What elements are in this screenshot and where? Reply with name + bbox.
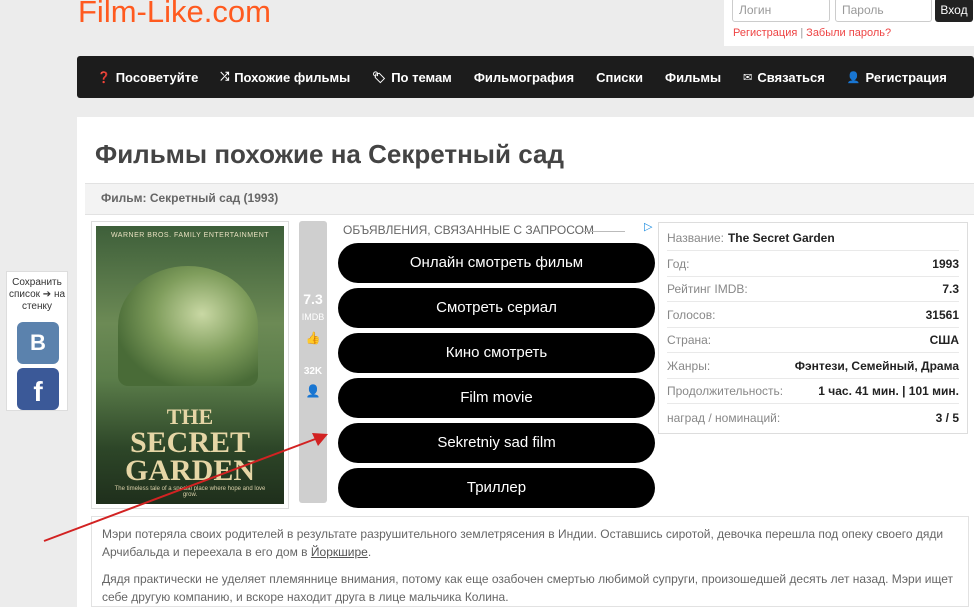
info-row: Жанры: Фэнтези, Семейный, Драма xyxy=(667,354,959,379)
nav-item-contact[interactable]: ✉ Связаться xyxy=(743,70,825,85)
info-label: Голосов: xyxy=(667,308,716,322)
info-label: Рейтинг IMDB: xyxy=(667,282,748,296)
info-value: The Secret Garden xyxy=(727,231,835,245)
ads-divider xyxy=(583,231,625,232)
shuffle-icon: ⤮ xyxy=(220,70,230,83)
nav-label: Фильмы xyxy=(665,69,722,85)
nav-item-similar[interactable]: ⤮ Похожие фильмы xyxy=(220,70,350,85)
info-label: Год: xyxy=(667,257,690,271)
ad-button[interactable]: Триллер xyxy=(338,468,655,508)
info-row: наград / номинаций: 3 / 5 xyxy=(667,405,959,430)
info-label: Название: xyxy=(667,231,724,245)
nav-label: По темам xyxy=(391,69,452,85)
movie-poster: WARNER BROS. FAMILY ENTERTAINMENT THE SE… xyxy=(96,226,284,504)
film-info-table: Название: The Secret Garden Год: 1993 Рейт… xyxy=(658,222,968,434)
user-icon: 👤 xyxy=(846,71,861,84)
nav-label: Посоветуйте xyxy=(115,69,199,85)
info-value: 7.3 xyxy=(942,282,959,296)
nav-label: Списки xyxy=(596,69,644,85)
nav-label: Похожие фильмы xyxy=(234,69,351,85)
ad-button[interactable]: Film movie xyxy=(338,378,655,418)
description-text: Мэри потеряла своих родителей в результа… xyxy=(102,527,944,559)
poster-tagline: The timeless tale of a special place whe… xyxy=(114,486,266,498)
ad-button[interactable]: Sekretniy sad film xyxy=(338,423,655,463)
rating-column: 7.3 IMDB 👍 32K 👤 xyxy=(299,221,327,503)
nav-label: Фильмография xyxy=(473,69,575,85)
facebook-share-button[interactable]: f xyxy=(17,368,59,410)
user-icon: 👤 xyxy=(305,384,321,398)
description-paragraph: Дядя практически не уделяет племяннице в… xyxy=(102,572,953,604)
page-title: Фильмы похожие на Секретный сад xyxy=(95,139,564,169)
description-text: . xyxy=(367,545,372,559)
ad-button[interactable]: Смотреть сериал xyxy=(338,288,655,328)
info-value: Фэнтези, Семейный, Драма xyxy=(794,359,959,373)
ad-button[interactable]: Кино смотреть xyxy=(338,333,655,373)
register-link[interactable]: Регистрация xyxy=(733,27,797,39)
nav-item-register[interactable]: 👤 Регистрация xyxy=(847,70,947,85)
nav-label: Связаться xyxy=(757,69,825,85)
share-widget: Сохранить список ➔ на стенку В f xyxy=(6,271,68,411)
login-input[interactable] xyxy=(732,0,830,22)
nav-item-lists[interactable]: Списки xyxy=(596,70,643,85)
facebook-icon: f xyxy=(33,376,43,407)
info-row: Год: 1993 xyxy=(667,252,959,277)
password-input[interactable] xyxy=(835,0,932,22)
info-value: 31561 xyxy=(925,308,959,322)
info-value: США xyxy=(929,333,959,347)
nav-item-filmography[interactable]: Фильмография xyxy=(474,70,574,85)
envelope-icon: ✉ xyxy=(743,71,753,84)
film-description: Мэри потеряла своих родителей в результа… xyxy=(91,516,969,607)
votes-count: 32K xyxy=(303,366,323,377)
ad-button[interactable]: Онлайн смотреть фильм xyxy=(338,243,655,283)
login-button[interactable]: Вход xyxy=(935,0,973,22)
ads-header: ОБЪЯВЛЕНИЯ, СВЯЗАННЫЕ С ЗАПРОСОМ xyxy=(343,223,594,237)
poster-studio: WARNER BROS. FAMILY ENTERTAINMENT xyxy=(110,232,270,239)
site-logo[interactable]: Film-Like.com xyxy=(78,0,271,30)
film-label-bar: Фильм: Секретный сад (1993) xyxy=(85,183,974,215)
question-circle-icon: ❓ xyxy=(97,71,111,84)
poster-frame[interactable]: WARNER BROS. FAMILY ENTERTAINMENT THE SE… xyxy=(91,221,289,509)
info-label: Жанры: xyxy=(667,359,711,373)
info-label: наград / номинаций: xyxy=(667,410,781,425)
info-row: Продолжительность: 1 час. 41 мин. | 101 м… xyxy=(667,379,959,404)
nav-item-advise[interactable]: ❓ Посоветуйте xyxy=(97,70,198,85)
tag-icon: 🏷 xyxy=(372,71,387,84)
main-navbar: ❓ Посоветуйте ⤮ Похожие фильмы 🏷 По темам Ф… xyxy=(77,56,974,98)
info-row: Страна: США xyxy=(667,328,959,353)
vk-icon: В xyxy=(30,330,46,355)
login-links: Регистрация | Забыли пароль? xyxy=(733,27,891,39)
info-row: Рейтинг IMDB: 7.3 xyxy=(667,277,959,302)
nav-item-topics[interactable]: 🏷 По темам xyxy=(372,70,452,85)
info-label: Страна: xyxy=(667,333,712,347)
link-separator: | xyxy=(800,27,804,39)
vk-share-button[interactable]: В xyxy=(17,322,59,364)
nav-label: Регистрация xyxy=(865,69,947,85)
share-label: Сохранить список ➔ на стенку xyxy=(8,277,66,312)
info-label: Продолжительность: xyxy=(667,384,784,398)
info-value: 1 час. 41 мин. | 101 мин. xyxy=(818,384,959,398)
forgot-password-link[interactable]: Забыли пароль? xyxy=(806,27,891,39)
login-box: Вход Регистрация|Забыли пароль? xyxy=(724,0,974,46)
imdb-rating-label: IMDB xyxy=(301,312,325,322)
adchoices-icon[interactable]: ▷ xyxy=(644,220,652,233)
info-row: Голосов: 31561 xyxy=(667,303,959,328)
poster-title-line: GARDEN xyxy=(124,454,255,487)
imdb-rating-value: 7.3 xyxy=(303,291,323,307)
info-row: Название: The Secret Garden xyxy=(667,226,959,251)
info-value: 1993 xyxy=(932,257,959,271)
nav-item-films[interactable]: Фильмы xyxy=(665,70,721,85)
description-paragraph: Мэри потеряла своих родителей в результа… xyxy=(102,525,958,561)
info-value: 3 / 5 xyxy=(935,410,959,425)
location-link[interactable]: Йоркшире xyxy=(311,545,368,559)
thumbs-up-icon[interactable]: 👍 xyxy=(299,331,327,345)
poster-scene xyxy=(118,266,258,386)
